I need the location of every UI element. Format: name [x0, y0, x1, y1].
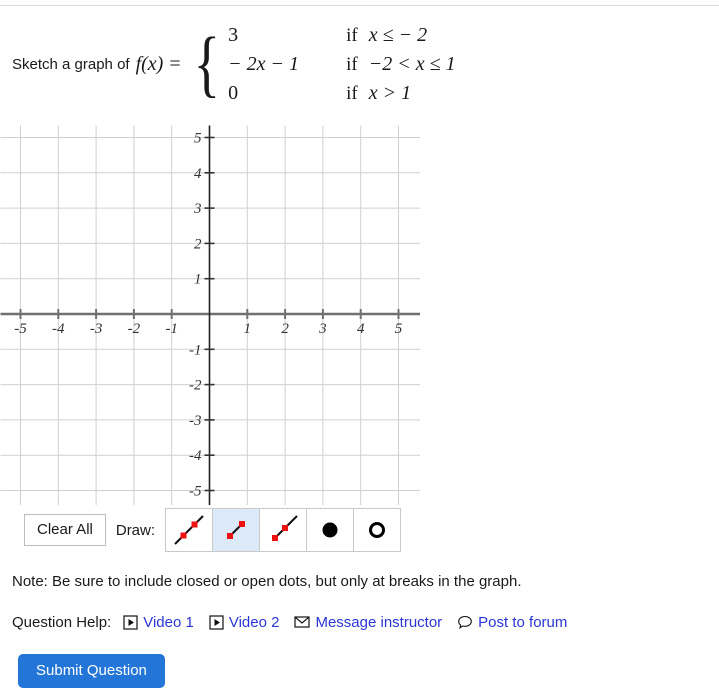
- piecewise-case: 3 if x ≤ − 2: [228, 24, 455, 47]
- axes: [0, 125, 420, 505]
- case-if-word: if: [346, 82, 358, 104]
- case-value: 0: [228, 81, 239, 104]
- clear-all-button[interactable]: Clear All: [24, 514, 106, 546]
- message-instructor-link[interactable]: Message instructor: [294, 614, 442, 631]
- play-icon: [209, 614, 224, 630]
- case-condition: x > 1: [368, 81, 412, 104]
- svg-text:3: 3: [318, 321, 327, 337]
- video-1-label: Video 1: [143, 613, 194, 631]
- case-condition: x ≤ − 2: [368, 23, 428, 46]
- svg-text:-3: -3: [189, 413, 202, 429]
- ray-tool-button[interactable]: [259, 508, 308, 552]
- svg-text:-4: -4: [52, 321, 65, 337]
- left-brace-icon: {: [193, 22, 220, 105]
- svg-text:-5: -5: [189, 484, 202, 500]
- svg-text:-2: -2: [128, 321, 141, 337]
- message-instructor-label: Message instructor: [315, 613, 443, 631]
- svg-text:5: 5: [395, 321, 403, 337]
- line-icon: [172, 513, 206, 547]
- svg-text:-1: -1: [165, 321, 178, 337]
- piecewise-cases: 3 if x ≤ − 2 − 2x − 1 if −2 < x ≤ 1 0 if…: [228, 24, 455, 105]
- closed-dot-tool-button[interactable]: [306, 508, 355, 552]
- video-1-link[interactable]: Video 1: [123, 614, 194, 631]
- svg-text:-4: -4: [189, 448, 202, 464]
- function-notation: f(x): [135, 52, 164, 75]
- svg-text:4: 4: [194, 166, 202, 182]
- equals-sign: =: [169, 52, 181, 75]
- ray-icon: [266, 513, 300, 547]
- drawing-toolbar: Clear All Draw:: [24, 508, 402, 552]
- open-dot-icon: [360, 513, 394, 547]
- svg-text:3: 3: [193, 201, 202, 217]
- svg-text:-5: -5: [14, 321, 27, 337]
- page-top-divider: [0, 5, 719, 6]
- piecewise-case: − 2x − 1 if −2 < x ≤ 1: [228, 53, 455, 76]
- svg-text:-3: -3: [90, 321, 103, 337]
- instruction-note: Note: Be sure to include closed or open …: [12, 573, 522, 590]
- svg-text:-1: -1: [189, 342, 202, 358]
- submit-question-button[interactable]: Submit Question: [18, 654, 165, 688]
- open-dot-tool-button[interactable]: [353, 508, 402, 552]
- case-condition: −2 < x ≤ 1: [368, 52, 456, 75]
- prompt-lead-text: Sketch a graph of: [12, 55, 130, 73]
- svg-text:4: 4: [357, 321, 365, 337]
- svg-text:2: 2: [194, 236, 202, 252]
- svg-text:-2: -2: [189, 378, 202, 394]
- case-value: 3: [228, 23, 239, 46]
- case-if-word: if: [346, 24, 358, 46]
- svg-text:2: 2: [281, 321, 289, 337]
- coordinate-plane[interactable]: -5 -4 -3 -2 -1 1 2 3 4 5 5 4 3 2 1 -1 -2 -3 -4 -5: [0, 120, 420, 505]
- draw-label: Draw:: [115, 521, 156, 539]
- closed-dot-icon: [313, 513, 347, 547]
- play-icon: [123, 614, 138, 630]
- case-value: − 2x − 1: [228, 52, 300, 75]
- svg-text:1: 1: [244, 321, 252, 337]
- graph-canvas[interactable]: -5 -4 -3 -2 -1 1 2 3 4 5 5 4 3 2 1 -1 -2 -3 -4 -5: [0, 120, 420, 505]
- svg-text:5: 5: [194, 131, 202, 147]
- question-prompt: Sketch a graph of f(x) = { 3 if x ≤ − 2 …: [12, 14, 712, 114]
- post-to-forum-link[interactable]: Post to forum: [457, 614, 567, 631]
- video-2-label: Video 2: [228, 613, 280, 631]
- segment-icon: [219, 513, 253, 547]
- video-2-link[interactable]: Video 2: [209, 613, 280, 631]
- segment-tool-button[interactable]: [212, 508, 261, 552]
- line-tool-button[interactable]: [165, 508, 214, 552]
- piecewise-case: 0 if x > 1: [228, 82, 455, 105]
- post-to-forum-label: Post to forum: [478, 613, 568, 631]
- envelope-icon: [294, 615, 311, 629]
- question-help-label: Question Help:: [12, 613, 112, 631]
- speech-bubble-icon: [457, 615, 473, 630]
- case-if-word: if: [346, 53, 358, 75]
- tool-button-group: [165, 508, 402, 552]
- x-axis-tick-labels: -5 -4 -3 -2 -1 1 2 3 4 5: [14, 321, 403, 337]
- svg-text:1: 1: [194, 272, 202, 288]
- question-help-row: Question Help: Video 1 Video 2 Message i…: [12, 612, 582, 632]
- piecewise-definition: { 3 if x ≤ − 2 − 2x − 1 if −2 < x ≤ 1 0 …: [187, 24, 456, 105]
